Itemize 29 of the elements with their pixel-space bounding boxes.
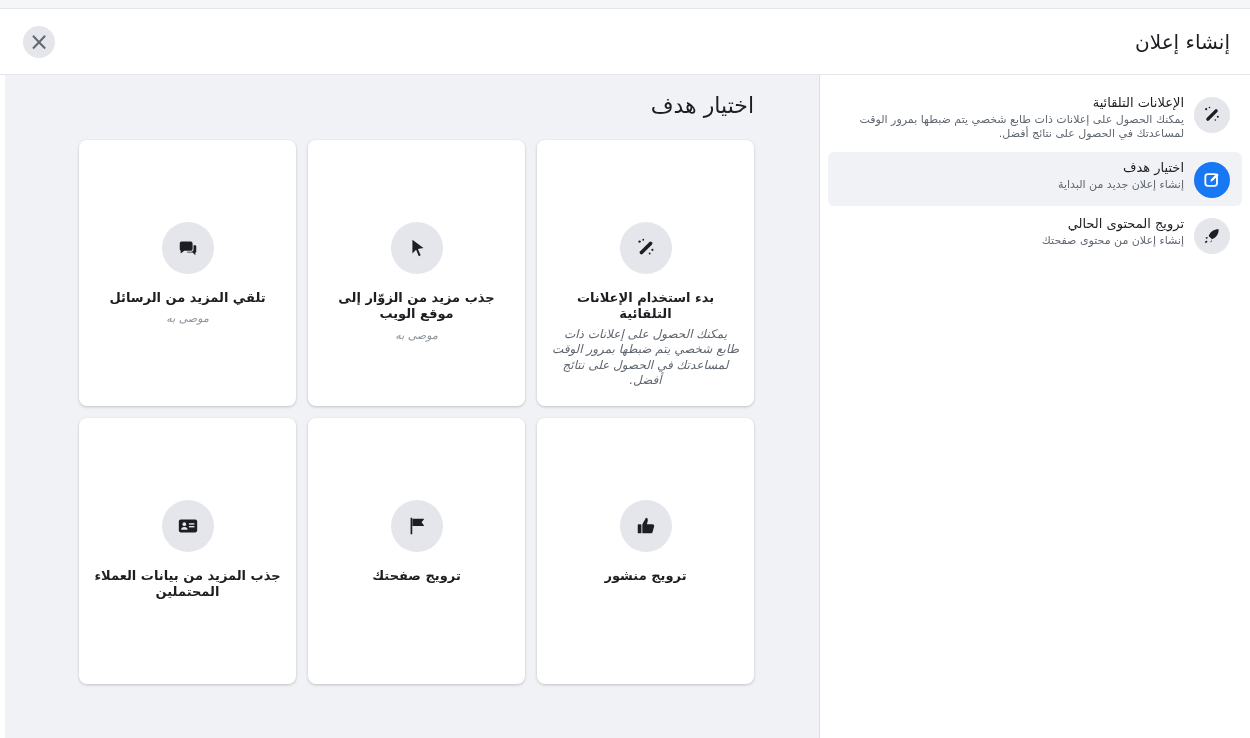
card-title: جذب مزيد من الزوّار إلى موقع الويب [337, 290, 496, 323]
objective-card[interactable]: ترويج صفحتك [308, 418, 525, 684]
item-description: إنشاء إعلان من محتوى صفحتك [1041, 233, 1184, 248]
recommended-label: موصى به [166, 312, 209, 326]
item-title: اختيار هدف [1121, 159, 1184, 175]
sidebar-item[interactable]: اختيار هدف إنشاء إعلان جديد من البداية [828, 151, 1242, 206]
card-title: جذب المزيد من بيانات العملاء المحتملين [93, 568, 282, 601]
card-title: ترويج صفحتك [372, 568, 461, 585]
card-title: بدء استخدام الإعلانات التلقائية [575, 290, 716, 323]
objective-card[interactable]: تلقي المزيد من الرسائل موصى به [79, 140, 296, 406]
edit-icon [1194, 161, 1230, 198]
item-title: الإعلانات التلقائية [1091, 95, 1184, 110]
objective-card[interactable]: ترويج منشور [537, 418, 754, 684]
objective-card[interactable]: بدء استخدام الإعلانات التلقائية يمكنك الحصول على إعلانات ذات طابع شخصي يتم ضبطها بمرور الوقت لمساعدتك في الحصول على نتائج أفضل. [537, 140, 754, 406]
sidebar-item[interactable]: الإعلانات التلقائية يمكنك الحصول على إعلانات ذات طابع شخصي يتم ضبطها بمرور الوقت لمساعدتك في الحصول على نتائج أفضل. [828, 87, 1242, 150]
card-title: تلقي المزيد من الرسائل [109, 290, 266, 307]
close-button[interactable]: × [23, 25, 55, 58]
objective-card[interactable]: جذب مزيد من الزوّار إلى موقع الويب موصى به [308, 140, 525, 406]
sidebar-item[interactable]: ترويج المحتوى الحالي إنشاء إعلان من محتوى صفحتك [828, 207, 1242, 262]
objective-card[interactable]: جذب المزيد من بيانات العملاء المحتملين [79, 418, 296, 684]
item-title: ترويج المحتوى الحالي [1066, 215, 1184, 231]
magic-wand-icon [1194, 97, 1230, 133]
card-title: ترويج منشور [604, 568, 687, 585]
card-description: يمكنك الحصول على إعلانات ذات طابع شخصي يتم ضبطها بمرور الوقت لمساعدتك في الحصول على نتائج أفضل. [551, 326, 740, 389]
item-description: إنشاء إعلان جديد من البداية [1058, 177, 1184, 192]
dialog-title: إنشاء إعلان [1135, 29, 1230, 54]
item-description: يمكنك الحصول على إعلانات ذات طابع شخصي يتم ضبطها بمرور الوقت لمساعدتك في الحصول على نتائج أفضل. [858, 113, 1184, 142]
section-heading: اختيار هدف [649, 93, 754, 118]
recommended-label: موصى به [395, 328, 438, 342]
